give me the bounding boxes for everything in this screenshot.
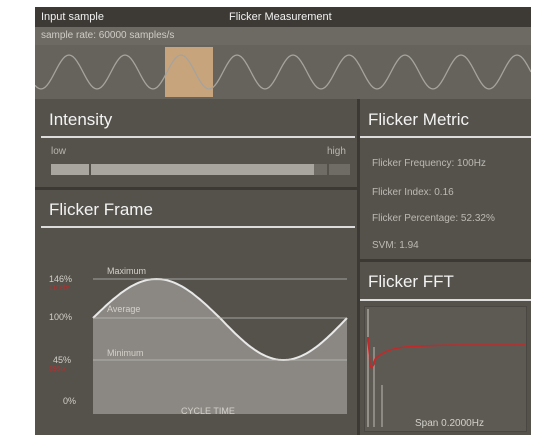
y-tick-max-lux: 1108lx	[49, 285, 70, 292]
flicker-metric-title: Flicker Metric	[368, 110, 470, 129]
y-tick-avg: 100%	[49, 312, 73, 322]
fft-plot-area: Span 0.2000Hz	[364, 306, 527, 432]
waveform-line	[35, 54, 531, 90]
flicker-percentage-value: Flicker Percentage: 52.32%	[372, 213, 495, 224]
flicker-fft-panel: Flicker FFT Span 0.2000Hz	[360, 262, 531, 435]
intensity-panel: Intensity low high	[35, 99, 357, 187]
intensity-meter-tick	[89, 164, 91, 175]
average-label: Average	[107, 304, 141, 314]
title-bar: Input sample Flicker Measurement	[35, 7, 531, 27]
flicker-metric-panel: Flicker Metric Flicker Frequency: 100Hz …	[360, 99, 531, 259]
sample-rate-label: sample rate: 60000 samples/s	[41, 30, 175, 41]
fft-curve	[367, 336, 525, 369]
flicker-frequency-value: Flicker Frequency: 100Hz	[372, 158, 486, 169]
y-tick-max: 146%	[49, 274, 73, 284]
maximum-label: Maximum	[107, 266, 147, 276]
flicker-frame-panel: Flicker Frame 146% 1108lx 100% 45% 395lx…	[35, 190, 357, 435]
flicker-fft-title-rule	[360, 299, 531, 301]
y-tick-zero: 0%	[63, 396, 77, 406]
intensity-high-label: high	[327, 146, 346, 157]
x-axis-label: CYCLE TIME	[181, 406, 235, 416]
minimum-label: Minimum	[107, 348, 144, 358]
flicker-metric-title-rule	[360, 136, 531, 138]
svm-value: SVM: 1.94	[372, 240, 419, 251]
intensity-title: Intensity	[49, 110, 113, 129]
fft-span-label: Span 0.2000Hz	[415, 418, 484, 429]
window-title: Flicker Measurement	[229, 11, 332, 23]
intensity-meter	[51, 164, 350, 175]
input-waveform[interactable]	[35, 45, 531, 99]
intensity-meter-tick	[327, 164, 329, 175]
input-sample-label: Input sample	[41, 11, 104, 23]
intensity-title-rule	[41, 136, 355, 138]
fft-chart	[367, 309, 525, 427]
sample-rate-bar: sample rate: 60000 samples/s	[35, 27, 531, 45]
flicker-curve-area	[93, 279, 347, 414]
flicker-index-value: Flicker Index: 0.16	[372, 187, 454, 198]
waveform-plot	[35, 54, 531, 90]
flicker-frame-chart	[92, 277, 348, 414]
intensity-low-label: low	[51, 146, 67, 157]
y-tick-min: 45%	[53, 355, 72, 365]
y-tick-min-lux: 395lx	[49, 366, 66, 373]
flicker-measurement-window: Input sample Flicker Measurement sample …	[35, 7, 531, 435]
flicker-fft-title: Flicker FFT	[368, 272, 454, 291]
